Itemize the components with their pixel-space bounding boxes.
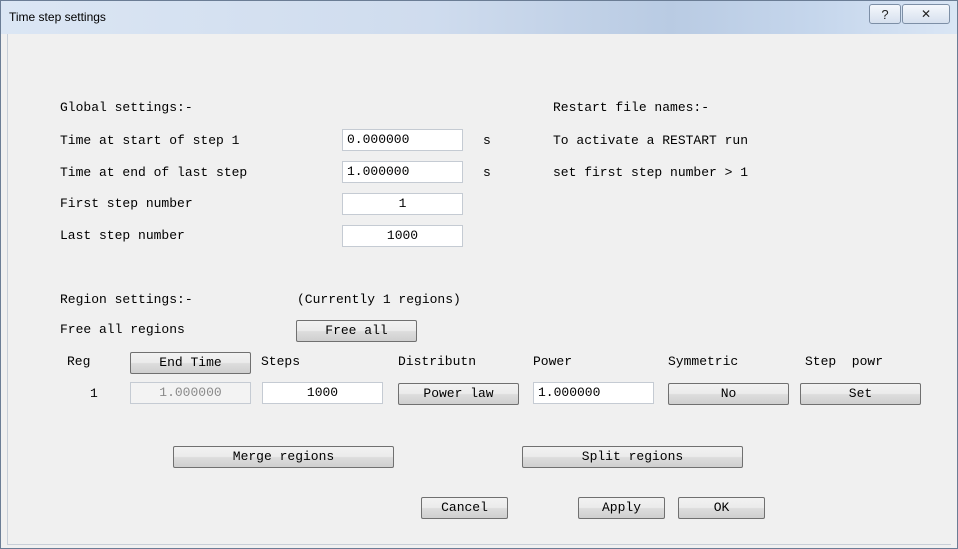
start-time-field[interactable]: 0.000000: [342, 129, 463, 151]
start-time-label: Time at start of step 1: [60, 133, 240, 148]
end-time-label: Time at end of last step: [60, 165, 248, 180]
distribution-column-header: Distributn: [398, 354, 477, 369]
global-settings-heading: Global settings:-: [60, 100, 193, 115]
region-power-field[interactable]: 1.000000: [533, 382, 654, 404]
distribution-button[interactable]: Power law: [398, 383, 519, 405]
last-step-field[interactable]: 1000: [342, 225, 463, 247]
dialog-body: Global settings:- Time at start of step …: [7, 34, 951, 545]
ok-button[interactable]: OK: [678, 497, 765, 519]
region-row-number: 1: [90, 386, 98, 401]
restart-heading: Restart file names:-: [553, 100, 710, 115]
close-icon: ✕: [920, 7, 932, 21]
region-steps-field[interactable]: 1000: [262, 382, 383, 404]
step-power-set-button[interactable]: Set: [800, 383, 921, 405]
apply-button[interactable]: Apply: [578, 497, 665, 519]
free-all-button[interactable]: Free all: [296, 320, 417, 342]
time-step-settings-dialog: Time step settings ? ✕ Global settings:-…: [0, 0, 958, 549]
last-step-label: Last step number: [60, 228, 185, 243]
split-regions-button[interactable]: Split regions: [522, 446, 743, 468]
end-time-field[interactable]: 1.000000: [342, 161, 463, 183]
free-all-regions-label: Free all regions: [60, 322, 185, 337]
restart-info-line2: set first step number > 1: [553, 165, 749, 180]
restart-info-line1: To activate a RESTART run: [553, 133, 749, 148]
region-settings-heading: Region settings:-: [60, 292, 193, 307]
close-button[interactable]: ✕: [902, 4, 950, 24]
start-time-unit: s: [483, 133, 491, 148]
help-button[interactable]: ?: [869, 4, 901, 24]
help-icon: ?: [881, 6, 889, 22]
region-count-text: (Currently 1 regions): [297, 292, 461, 307]
title-bar[interactable]: Time step settings ? ✕: [1, 1, 957, 34]
symmetric-button[interactable]: No: [668, 383, 789, 405]
power-column-header: Power: [533, 354, 573, 369]
steps-column-header: Steps: [261, 354, 301, 369]
window-title: Time step settings: [9, 10, 106, 24]
first-step-label: First step number: [60, 196, 193, 211]
region-end-time-field: 1.000000: [130, 382, 251, 404]
end-time-button[interactable]: End Time: [130, 352, 251, 374]
step-power-column-header: Step powr: [805, 354, 884, 369]
end-time-unit: s: [483, 165, 491, 180]
symmetric-column-header: Symmetric: [668, 354, 739, 369]
first-step-field[interactable]: 1: [342, 193, 463, 215]
reg-column-header: Reg: [67, 354, 91, 369]
merge-regions-button[interactable]: Merge regions: [173, 446, 394, 468]
cancel-button[interactable]: Cancel: [421, 497, 508, 519]
